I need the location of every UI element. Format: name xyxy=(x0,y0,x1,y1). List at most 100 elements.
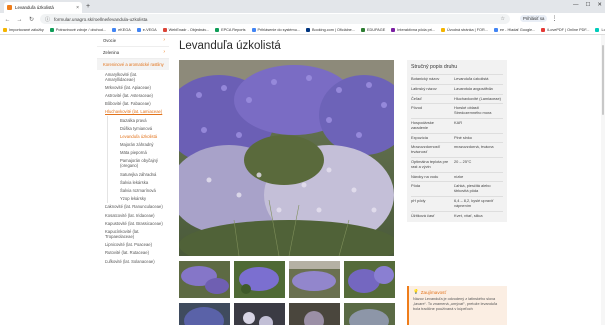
sidebar-subitem[interactable]: Pamajorán obyčajný (oregano) xyxy=(108,157,169,170)
scrollbar[interactable] xyxy=(601,35,605,325)
sidebar-category-item[interactable]: Ľuľkovité (lat. Solanaceae) xyxy=(97,257,169,265)
info-value: 6,4 – 8,2, kyslé upraviť vápnením xyxy=(454,197,494,208)
forward-button[interactable]: → xyxy=(16,17,23,23)
profile-button[interactable]: Prihlásiť sa xyxy=(520,15,548,22)
bookmark-favicon-icon xyxy=(391,28,396,32)
sidebar-category-item[interactable]: Ľaknovité (lat. Ranunculaceae) xyxy=(97,203,169,211)
info-row: pH pôdy 6,4 – 8,2, kyslé upraviť vápnením xyxy=(411,195,503,211)
gallery-thumbnail[interactable] xyxy=(234,303,285,325)
minimize-button[interactable]: — xyxy=(573,2,579,8)
bookmark-item[interactable]: ee - Hladať Google... xyxy=(493,28,535,32)
gallery-thumbnail[interactable] xyxy=(344,303,395,325)
category-sidebar: Ovocie › Zelenina › Koreninové a aromati… xyxy=(97,35,169,325)
sidebar-item-open-category[interactable]: Hluchavkovité (lat. Lamiaceae) xyxy=(97,108,169,116)
bookmark-item[interactable]: Importované záložky xyxy=(3,28,44,32)
sidebar-subitem[interactable]: Majorán záhradný xyxy=(108,141,169,149)
gallery-thumbnail[interactable] xyxy=(344,261,395,298)
scrollbar-thumb[interactable] xyxy=(602,45,604,115)
maximize-button[interactable]: ☐ xyxy=(585,2,590,8)
bookmark-item[interactable]: Prihlásenie do systému... xyxy=(251,28,300,32)
sidebar-subitem[interactable]: Saturejka záhradná xyxy=(108,170,169,178)
site-favicon-icon xyxy=(7,5,12,10)
bookmark-item[interactable]: Úvodná stránka | FOR... xyxy=(441,28,488,32)
sidebar-category-item[interactable]: Kapustovité (lat. Brassicaceae) xyxy=(97,219,169,227)
reload-button[interactable]: ↻ xyxy=(28,16,35,23)
info-row: Expozícia Plné slnko xyxy=(411,132,503,143)
bookmark-favicon-icon xyxy=(441,28,446,32)
info-key: Pôda xyxy=(411,183,421,189)
info-value: Plné slnko xyxy=(454,134,472,140)
bookmark-item[interactable]: eKEGA xyxy=(112,28,131,32)
sidebar-category-item[interactable]: Lipnicovité (lat. Poaceae) xyxy=(97,241,169,249)
bookmarks-bar: Importované záložky Potravinové zdroje / … xyxy=(0,26,605,35)
site-info-icon[interactable]: ⓘ xyxy=(45,16,50,23)
info-key: Latinský názov xyxy=(411,85,437,91)
bookmark-label: Booking.com | Oficiálne... xyxy=(311,28,355,32)
gallery-thumbnail[interactable] xyxy=(179,261,230,298)
main-content: Levanduľa úzkolistá Stručný popis druhu … xyxy=(179,35,509,325)
gallery-thumbnail[interactable] xyxy=(289,261,340,298)
url-text[interactable]: formular.unagro.sk/roellne/levandula-uzk… xyxy=(54,17,497,22)
chevron-right-icon: › xyxy=(163,37,165,43)
bookmark-star-icon[interactable]: ☆ xyxy=(501,16,505,22)
bookmark-favicon-icon xyxy=(136,28,141,32)
menu-icon[interactable]: ⋮ xyxy=(551,15,557,22)
new-tab-button[interactable]: + xyxy=(86,3,90,11)
gallery-thumbnail[interactable] xyxy=(289,303,340,325)
sidebar-category-item[interactable]: Astrovité (lat. Asteraceae) xyxy=(97,91,169,99)
bookmark-label: Login to ResearchGate xyxy=(601,28,605,32)
bookmark-item[interactable]: e-VEGA xyxy=(136,28,157,32)
sidebar-category-item[interactable]: Rutovité (lat. Rutaceae) xyxy=(97,249,169,257)
bookmark-label: Importované záložky xyxy=(9,28,44,32)
gallery-thumbnail[interactable] xyxy=(179,303,230,325)
sidebar-subitem[interactable]: Levanduľa úzkolistá xyxy=(108,132,169,140)
sidebar-subitem[interactable]: Mäta pieporná xyxy=(108,149,169,157)
close-tab-icon[interactable]: × xyxy=(76,5,79,11)
bookmark-item[interactable]: iLovePDF | Online PDF... xyxy=(541,28,589,32)
sidebar-item-ovocie[interactable]: Ovocie › xyxy=(97,35,169,47)
info-row: Pôda Ľahká, piesčitá alebo štrkovitá pôda xyxy=(411,181,503,196)
bookmark-favicon-icon xyxy=(493,28,498,32)
bookmark-item[interactable]: WebEnadr - Objednáv... xyxy=(162,28,209,32)
bookmark-favicon-icon xyxy=(3,28,7,32)
hero-image[interactable] xyxy=(179,60,394,256)
sidebar-category-item[interactable]: Bôbovité (lat. Fabaceae) xyxy=(97,100,169,108)
info-row: Nároky na vodu nízke xyxy=(411,171,503,182)
info-key: Úžitková časť xyxy=(411,212,435,218)
sidebar-category-item[interactable]: Mrkvovité (lat. Apiaceae) xyxy=(97,83,169,91)
sidebar-item-zelenina[interactable]: Zelenina › xyxy=(97,47,169,59)
info-value: Lavandula angustifolia xyxy=(454,85,493,91)
bookmark-item[interactable]: EPCA Reports xyxy=(215,28,246,32)
info-row: Úžitková časť Kvet, vňať, silica xyxy=(411,210,503,221)
bookmark-label: iLovePDF | Online PDF... xyxy=(547,28,590,32)
info-row: Botanický názov Levanduľa úzkolistá xyxy=(411,74,503,84)
bookmark-favicon-icon xyxy=(112,28,117,32)
bookmark-item[interactable]: Interaktívna pôda pri... xyxy=(391,28,435,32)
close-window-button[interactable]: ✕ xyxy=(597,2,602,8)
sidebar-subitem[interactable]: Šalvia rozmarínová xyxy=(108,186,169,194)
bookmark-item[interactable]: EDUPAGE xyxy=(360,28,385,32)
fun-fact-heading: 💡 Zaujímavosť xyxy=(413,289,503,295)
bookmark-item[interactable]: Login to ResearchGate xyxy=(595,28,605,32)
bookmark-favicon-icon xyxy=(162,28,167,32)
toolbar-right: Prihlásiť sa ⋮ xyxy=(520,15,557,22)
sidebar-category-item[interactable]: Kapucínkovité (lat. Tropaeolaceae) xyxy=(97,227,169,240)
sidebar-item-active-section[interactable]: Koreninové a aromatické rastliny xyxy=(97,59,169,70)
info-row: Hospodárske zaradenie KAR xyxy=(411,117,503,133)
info-value: Horské oblasti Stredozemného mora xyxy=(454,105,492,116)
browser-tab[interactable]: Levanduľa úzkolistá × xyxy=(4,2,82,13)
bookmark-item[interactable]: Potravinové zdroje / obchod... xyxy=(49,28,106,32)
info-row: Mrazuvzdornosť/ trvácnosť mrazuvzdorná, t… xyxy=(411,142,503,157)
info-row: Pôvod Horské oblasti Stredozemného mora xyxy=(411,103,503,118)
url-bar[interactable]: ⓘ formular.unagro.sk/roellne/levandula-u… xyxy=(40,14,510,24)
page-title: Levanduľa úzkolistá xyxy=(179,40,281,52)
sidebar-subitem[interactable]: Šalvia lekárska xyxy=(108,178,169,186)
back-button[interactable]: ← xyxy=(4,17,11,23)
sidebar-subitem[interactable]: Yzop lekársky xyxy=(108,195,169,203)
bookmark-item[interactable]: Booking.com | Oficiálne... xyxy=(305,28,355,32)
sidebar-category-item[interactable]: Amarylkovité (lat. Amaryllidaceae) xyxy=(97,70,169,83)
sidebar-category-item[interactable]: Kosatcovité (lat. Iridaceae) xyxy=(97,211,169,219)
gallery-thumbnail[interactable] xyxy=(234,261,285,298)
sidebar-subitem[interactable]: Dúška tymianová xyxy=(108,124,169,132)
sidebar-subitem[interactable]: Bazalka pravá xyxy=(108,116,169,124)
